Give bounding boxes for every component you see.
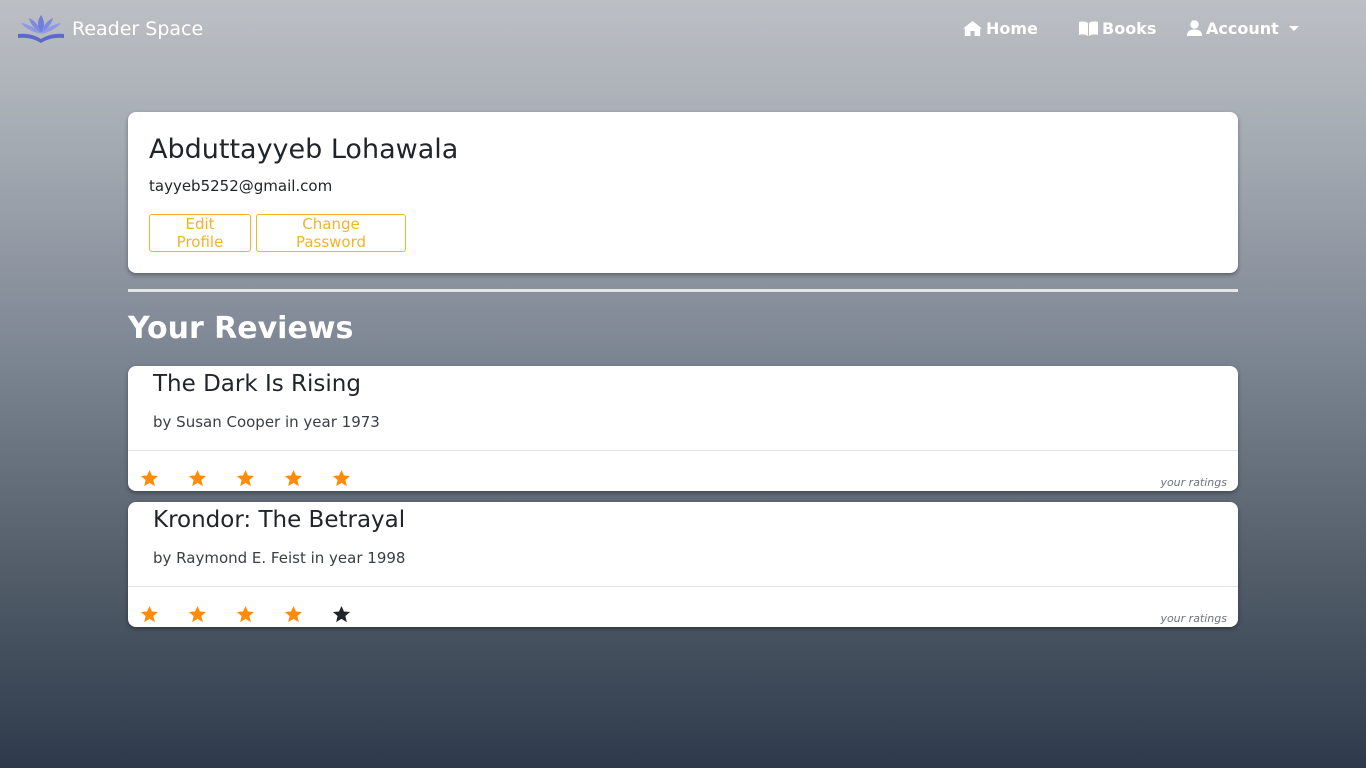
star-filled-icon[interactable] (236, 469, 255, 488)
reviews-heading: Your Reviews (128, 311, 354, 346)
user-icon (1187, 20, 1202, 36)
review-book-meta: by Susan Cooper in year 1973 (153, 413, 380, 431)
star-filled-icon[interactable] (284, 605, 303, 624)
navbar: Reader Space Home Books Account (0, 0, 1366, 58)
brand-link[interactable]: Reader Space (16, 12, 203, 46)
star-filled-icon[interactable] (236, 605, 255, 624)
star-filled-icon[interactable] (284, 469, 303, 488)
nav-account-dropdown[interactable]: Account (1187, 17, 1299, 39)
star-filled-icon[interactable] (332, 469, 351, 488)
nav-account-label: Account (1206, 18, 1279, 38)
chevron-down-icon (1288, 26, 1299, 31)
brand-name: Reader Space (72, 18, 204, 40)
home-icon (963, 20, 982, 36)
rating-stars (140, 605, 351, 625)
edit-profile-button[interactable]: Edit Profile (149, 214, 251, 252)
review-book-meta: by Raymond E. Feist in year 1998 (153, 549, 406, 567)
change-password-button[interactable]: Change Password (256, 214, 406, 252)
review-book-title[interactable]: Krondor: The Betrayal (153, 507, 405, 533)
profile-email: tayyeb5252@gmail.com (149, 177, 333, 195)
review-card: The Dark Is Rising by Susan Cooper in ye… (128, 366, 1238, 491)
ratings-label: your ratings (1160, 612, 1227, 625)
profile-card: Abduttayyeb Lohawala tayyeb5252@gmail.co… (128, 112, 1238, 273)
review-card: Krondor: The Betrayal by Raymond E. Feis… (128, 502, 1238, 627)
open-book-icon (1079, 20, 1098, 36)
ratings-label: your ratings (1160, 476, 1227, 489)
review-book-title[interactable]: The Dark Is Rising (153, 371, 361, 397)
star-filled-icon[interactable] (140, 605, 159, 624)
profile-name: Abduttayyeb Lohawala (149, 134, 459, 165)
nav-books-link[interactable]: Books (1079, 17, 1156, 39)
nav-home-label: Home (986, 18, 1038, 38)
star-empty-icon[interactable] (332, 605, 351, 624)
lotus-book-logo-icon (18, 15, 64, 43)
nav-home-link[interactable]: Home (963, 17, 1038, 39)
star-filled-icon[interactable] (188, 605, 207, 624)
review-footer: your ratings (128, 450, 1238, 491)
star-filled-icon[interactable] (188, 469, 207, 488)
review-footer: your ratings (128, 586, 1238, 627)
nav-books-label: Books (1102, 18, 1157, 38)
star-filled-icon[interactable] (140, 469, 159, 488)
section-divider (128, 289, 1238, 292)
rating-stars (140, 469, 351, 489)
